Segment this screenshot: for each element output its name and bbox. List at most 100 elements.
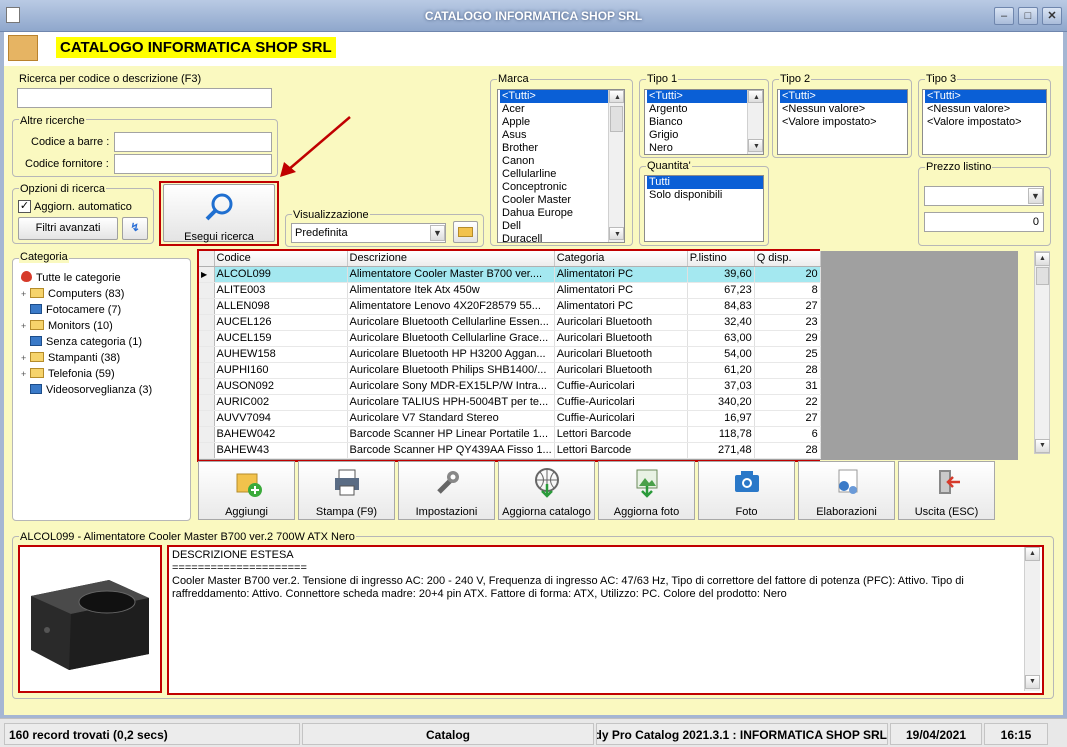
table-row[interactable]: AUCEL159 Auricolare Bluetooth Cellularlin… — [199, 330, 821, 347]
toolbar-button[interactable]: Elaborazioni — [798, 461, 895, 520]
scroll-up-arrow[interactable]: ▲ — [1035, 252, 1050, 266]
view-select-dropdown[interactable]: ▼ — [430, 225, 445, 241]
type1-list[interactable]: <Tutti> Argento Bianco Grigio Nero ▲ ▼ — [644, 89, 764, 155]
quantity-option[interactable]: Tutti — [647, 176, 763, 189]
type2-option[interactable]: <Valore impostato> — [780, 116, 907, 129]
quantity-list[interactable]: Tutti Solo disponibili — [644, 175, 764, 242]
expand-icon[interactable]: + — [21, 318, 30, 334]
type3-option[interactable]: <Nessun valore> — [925, 103, 1046, 116]
type1-option[interactable]: Argento — [647, 103, 763, 116]
toolbar-button[interactable]: Aggiorna catalogo — [498, 461, 595, 520]
toolbar-button[interactable]: Stampa (F9) — [298, 461, 395, 520]
column-header[interactable]: Categoria — [554, 251, 688, 267]
table-row[interactable]: ▶ ALCOL099 Alimentatore Cooler Master B700… — [199, 266, 821, 283]
description-scrollbar[interactable]: ▲ ▼ — [1024, 547, 1040, 691]
type3-option[interactable]: <Tutti> — [925, 90, 1046, 103]
description-box[interactable]: DESCRIZIONE ESTESA =====================… — [169, 547, 1042, 693]
toolbar-button[interactable]: Foto — [698, 461, 795, 520]
toolbar-button[interactable]: Impostazioni — [398, 461, 495, 520]
category-item[interactable]: Fotocamere (7) — [21, 302, 187, 318]
type1-option[interactable]: Grigio — [647, 129, 763, 142]
toolbar-button[interactable]: Aggiungi — [198, 461, 295, 520]
run-search-button[interactable]: Esegui ricerca — [163, 184, 275, 243]
brand-option[interactable]: Dahua Europe — [500, 207, 624, 220]
minimize-button[interactable]: – — [994, 7, 1014, 25]
brand-option[interactable]: Acer — [500, 103, 624, 116]
table-row[interactable]: ALITE003 Alimentatore Itek Atx 450w Alimen… — [199, 282, 821, 299]
brand-option[interactable]: Cellularline — [500, 168, 624, 181]
lightning-button[interactable]: ↯ — [122, 217, 148, 240]
type2-list[interactable]: <Tutti> <Nessun valore> <Valore impostato> — [777, 89, 908, 155]
advanced-filters-button[interactable]: Filtri avanzati — [18, 217, 118, 240]
column-header[interactable]: Descrizione — [347, 251, 555, 267]
search-input[interactable] — [17, 88, 272, 108]
table-row[interactable]: BAHEW042 Barcode Scanner HP Linear Portat… — [199, 426, 821, 443]
scroll-thumb[interactable] — [610, 106, 623, 132]
folder-button[interactable] — [453, 221, 478, 243]
brand-option[interactable]: Brother — [500, 142, 624, 155]
table-row[interactable]: AUCEL126 Auricolare Bluetooth Cellularlin… — [199, 314, 821, 331]
type3-list[interactable]: <Tutti> <Nessun valore> <Valore impostato> — [922, 89, 1047, 155]
scroll-down-arrow[interactable]: ▼ — [609, 227, 624, 240]
scroll-up-arrow[interactable]: ▲ — [1025, 547, 1040, 561]
table-row[interactable]: AURIC002 Auricolare TALIUS HPH-5004BT per… — [199, 394, 821, 411]
price-operator-select[interactable] — [924, 186, 1044, 206]
table-row[interactable]: AUSON092 Auricolare Sony MDR-EX15LP/W Int… — [199, 378, 821, 395]
expand-icon[interactable]: + — [21, 286, 30, 302]
products-grid[interactable]: Codice Descrizione Categoria P.listino Q dis… — [199, 251, 1018, 460]
table-row[interactable]: AUVV7094 Auricolare V7 Standard Stereo Cuf… — [199, 410, 821, 427]
products-table[interactable]: Codice Descrizione Categoria P.listino Q dis… — [199, 251, 821, 459]
brand-option[interactable]: Asus — [500, 129, 624, 142]
category-item[interactable]: + Computers (83) — [21, 286, 187, 302]
category-item[interactable]: + Stampanti (38) — [21, 350, 187, 366]
scroll-up-arrow[interactable]: ▲ — [748, 90, 763, 103]
brand-option[interactable]: Cooler Master — [500, 194, 624, 207]
type1-list-scrollbar[interactable]: ▲ ▼ — [747, 90, 763, 154]
brand-option[interactable]: Conceptronic — [500, 181, 624, 194]
view-select[interactable]: Predefinita — [291, 223, 446, 243]
table-row[interactable]: BAHEW43 Barcode Scanner HP QY439AA Fisso … — [199, 442, 821, 459]
column-header[interactable]: P.listino — [687, 251, 755, 267]
category-item[interactable]: Videosorveglianza (3) — [21, 382, 187, 398]
table-row[interactable]: ALLEN098 Alimentatore Lenovo 4X20F28579 5… — [199, 298, 821, 315]
price-operator-dropdown[interactable]: ▼ — [1028, 188, 1043, 204]
table-row[interactable]: AUPHI160 Auricolare Bluetooth Philips SHB… — [199, 362, 821, 379]
table-row[interactable]: AUHEW158 Auricolare Bluetooth HP H3200 Ag… — [199, 346, 821, 363]
supplier-code-input[interactable] — [114, 154, 272, 174]
category-item[interactable]: + Monitors (10) — [21, 318, 187, 334]
barcode-input[interactable] — [114, 132, 272, 152]
maximize-button[interactable]: □ — [1018, 7, 1038, 25]
quantity-option[interactable]: Solo disponibili — [647, 189, 763, 202]
category-tree[interactable]: Tutte le categorie + Computers (83) Fotoca… — [21, 270, 187, 396]
column-header[interactable]: Codice — [214, 251, 348, 267]
type1-option[interactable]: <Tutti> — [647, 90, 763, 103]
brand-list[interactable]: <Tutti> Acer Apple Asus Brother Canon Cellular… — [497, 89, 625, 243]
scroll-down-arrow[interactable]: ▼ — [1025, 675, 1040, 689]
expand-icon[interactable]: + — [21, 366, 30, 382]
scroll-down-arrow[interactable]: ▼ — [748, 139, 763, 152]
brand-list-scrollbar[interactable]: ▲ ▼ — [608, 90, 624, 242]
category-item[interactable]: + Telefonia (59) — [21, 366, 187, 382]
grid-scrollbar[interactable]: ▲ ▼ — [1034, 251, 1050, 454]
type2-option[interactable]: <Nessun valore> — [780, 103, 907, 116]
brand-option[interactable]: Dell — [500, 220, 624, 233]
type3-option[interactable]: <Valore impostato> — [925, 116, 1046, 129]
tree-root[interactable]: Tutte le categorie — [21, 270, 187, 286]
type1-option[interactable]: Nero — [647, 142, 763, 154]
brand-option[interactable]: Apple — [500, 116, 624, 129]
brand-option[interactable]: Canon — [500, 155, 624, 168]
brand-option[interactable]: Duracell — [500, 233, 624, 242]
scroll-thumb[interactable] — [1036, 267, 1049, 285]
type1-option[interactable]: Bianco — [647, 116, 763, 129]
price-input[interactable]: 0 — [924, 212, 1044, 232]
category-item[interactable]: Senza categoria (1) — [21, 334, 187, 350]
close-button[interactable]: ✕ — [1042, 7, 1062, 25]
brand-option[interactable]: <Tutti> — [500, 90, 624, 103]
expand-icon[interactable]: + — [21, 350, 30, 366]
type2-option[interactable]: <Tutti> — [780, 90, 907, 103]
scroll-up-arrow[interactable]: ▲ — [609, 90, 624, 103]
scroll-down-arrow[interactable]: ▼ — [1035, 439, 1050, 453]
toolbar-button[interactable]: Aggiorna foto — [598, 461, 695, 520]
auto-update-checkbox[interactable]: ✓ — [18, 200, 31, 213]
toolbar-button[interactable]: Uscita (ESC) — [898, 461, 995, 520]
